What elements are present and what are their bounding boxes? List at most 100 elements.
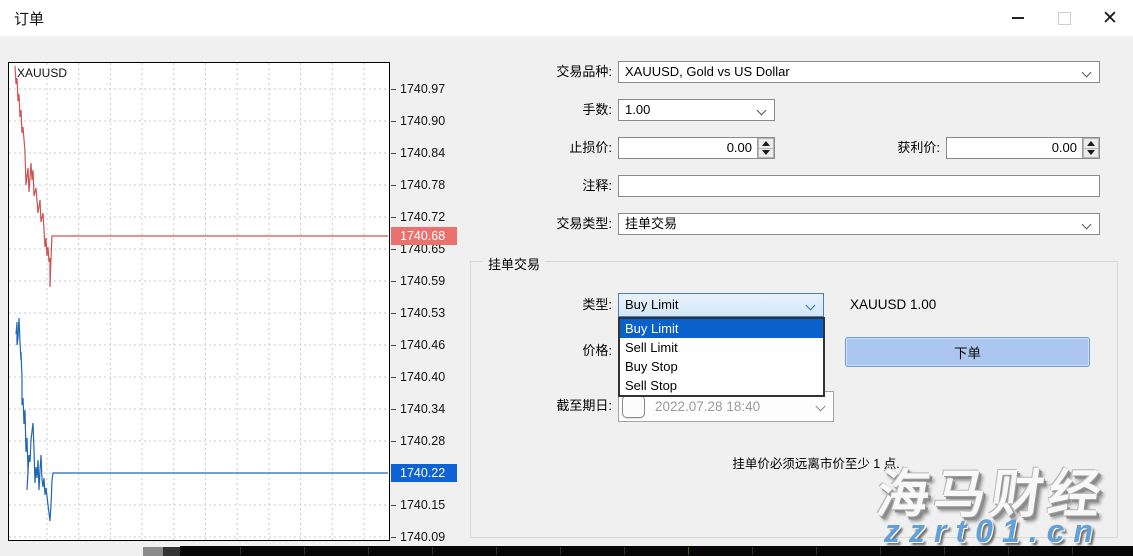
order-dialog: 订单 ✕ XAUUSD 1740.68 1740.22 1740.971740.… bbox=[0, 0, 1133, 556]
stop-loss-value: 0.00 bbox=[727, 140, 752, 155]
trade-type-value: 挂单交易 bbox=[625, 216, 677, 231]
price-scale-tick bbox=[391, 185, 396, 186]
spin-up-button[interactable] bbox=[758, 138, 774, 149]
time-axis-tick bbox=[624, 547, 625, 555]
minimize-button[interactable] bbox=[995, 0, 1041, 36]
take-profit-input[interactable]: 0.00 bbox=[946, 137, 1100, 159]
order-type-label: 类型: bbox=[470, 294, 612, 316]
triangle-down-icon bbox=[1087, 150, 1095, 155]
spin-down-button[interactable] bbox=[758, 149, 774, 159]
watermark-url: zzrt01.cn bbox=[884, 513, 1102, 550]
time-axis-tick bbox=[752, 547, 753, 555]
order-type-option[interactable]: Buy Stop bbox=[620, 357, 823, 376]
price-scale-tick bbox=[391, 505, 396, 506]
volume-value: 1.00 bbox=[625, 102, 650, 117]
spin-up-button[interactable] bbox=[1083, 138, 1099, 149]
price-scale-label: 1740.78 bbox=[400, 177, 445, 193]
spin-down-button[interactable] bbox=[1083, 149, 1099, 159]
bid-price-tag: 1740.22 bbox=[391, 464, 457, 482]
symbol-value: XAUUSD, Gold vs US Dollar bbox=[625, 64, 790, 79]
chart-symbol-label: XAUUSD bbox=[17, 66, 67, 80]
chevron-down-icon bbox=[757, 106, 767, 116]
comment-label: 注释: bbox=[470, 175, 612, 197]
minimize-icon bbox=[1012, 17, 1024, 19]
ask-price-tag: 1740.68 bbox=[391, 227, 457, 245]
price-scale-label: 1740.72 bbox=[400, 209, 445, 225]
symbol-label: 交易品种: bbox=[470, 61, 612, 83]
triangle-up-icon bbox=[1087, 141, 1095, 146]
take-profit-value: 0.00 bbox=[1052, 140, 1077, 155]
maximize-button[interactable] bbox=[1041, 0, 1087, 36]
triangle-down-icon bbox=[762, 150, 770, 155]
chevron-down-icon bbox=[1082, 220, 1092, 230]
place-order-label: 下单 bbox=[954, 342, 981, 362]
stop-loss-spinner bbox=[757, 138, 774, 158]
price-scale: 1740.68 1740.22 1740.97 1740.90 1740.84 174… bbox=[391, 62, 459, 544]
price-scale-label: 1740.40 bbox=[400, 369, 445, 385]
stop-loss-input[interactable]: 0.00 bbox=[618, 137, 775, 159]
comment-input[interactable] bbox=[618, 175, 1100, 197]
price-scale-tick bbox=[391, 217, 396, 218]
price-chart: XAUUSD bbox=[8, 62, 390, 541]
order-type-option[interactable]: Buy Limit bbox=[620, 319, 823, 338]
trade-type-label: 交易类型: bbox=[470, 213, 612, 235]
take-profit-label: 获利价: bbox=[798, 137, 940, 159]
time-axis-tick bbox=[240, 547, 241, 555]
price-scale-tick bbox=[391, 409, 396, 410]
background-strip-segment bbox=[163, 547, 180, 556]
time-axis-tick bbox=[432, 547, 433, 555]
price-scale-label: 1740.34 bbox=[400, 401, 445, 417]
price-scale-label: 1740.09 bbox=[400, 529, 445, 544]
maximize-icon bbox=[1058, 12, 1071, 25]
time-axis-tick bbox=[688, 547, 689, 555]
price-scale-label: 1740.59 bbox=[400, 273, 445, 289]
trade-type-combobox[interactable]: 挂单交易 bbox=[618, 213, 1100, 235]
price-scale-tick bbox=[391, 537, 396, 538]
chevron-down-icon bbox=[806, 301, 816, 311]
price-scale-label: 1740.53 bbox=[400, 305, 445, 321]
stop-loss-label: 止损价: bbox=[470, 137, 612, 159]
price-scale-label: 1740.15 bbox=[400, 497, 445, 513]
price-scale-tick bbox=[391, 281, 396, 282]
chart-canvas bbox=[9, 63, 389, 540]
price-label: 价格: bbox=[470, 340, 612, 362]
triangle-up-icon bbox=[762, 141, 770, 146]
order-summary-text: XAUUSD 1.00 bbox=[850, 297, 936, 312]
volume-combobox[interactable]: 1.00 bbox=[618, 99, 775, 121]
background-strip-segment bbox=[143, 547, 163, 556]
expiry-checkbox[interactable] bbox=[622, 395, 645, 418]
chevron-down-icon bbox=[816, 402, 826, 412]
price-scale-tick bbox=[391, 313, 396, 314]
take-profit-spinner bbox=[1082, 138, 1099, 158]
close-button[interactable]: ✕ bbox=[1087, 0, 1133, 36]
time-axis-tick bbox=[560, 547, 561, 555]
price-scale-label: 1740.84 bbox=[400, 145, 445, 161]
place-order-button[interactable]: 下单 bbox=[845, 337, 1090, 367]
price-scale-label: 1740.90 bbox=[400, 113, 445, 129]
time-axis-tick bbox=[304, 547, 305, 555]
time-axis-tick bbox=[368, 547, 369, 555]
time-axis-tick bbox=[880, 547, 881, 555]
price-scale-tick bbox=[391, 121, 396, 122]
order-type-combobox[interactable]: Buy Limit bbox=[618, 293, 824, 317]
time-axis-tick bbox=[816, 547, 817, 555]
window-title: 订单 bbox=[14, 8, 44, 29]
order-type-listbox: Buy LimitSell LimitBuy StopSell Stop bbox=[618, 317, 825, 397]
window-controls: ✕ bbox=[995, 0, 1133, 36]
order-type-option[interactable]: Sell Limit bbox=[620, 338, 823, 357]
group-title: 挂单交易 bbox=[483, 254, 545, 273]
price-scale-label: 1740.97 bbox=[400, 81, 445, 97]
symbol-combobox[interactable]: XAUUSD, Gold vs US Dollar bbox=[618, 61, 1100, 83]
expiry-label: 截至期日: bbox=[470, 395, 612, 417]
volume-label: 手数: bbox=[470, 99, 612, 121]
price-scale-tick bbox=[391, 345, 396, 346]
title-bar: 订单 ✕ bbox=[0, 0, 1133, 36]
price-scale-tick bbox=[391, 441, 396, 442]
chevron-down-icon bbox=[1082, 68, 1092, 78]
price-scale-tick bbox=[391, 89, 396, 90]
order-type-option[interactable]: Sell Stop bbox=[620, 376, 823, 395]
price-scale-tick bbox=[391, 249, 396, 250]
time-axis-tick bbox=[496, 547, 497, 555]
price-scale-label: 1740.28 bbox=[400, 433, 445, 449]
price-scale-tick bbox=[391, 377, 396, 378]
